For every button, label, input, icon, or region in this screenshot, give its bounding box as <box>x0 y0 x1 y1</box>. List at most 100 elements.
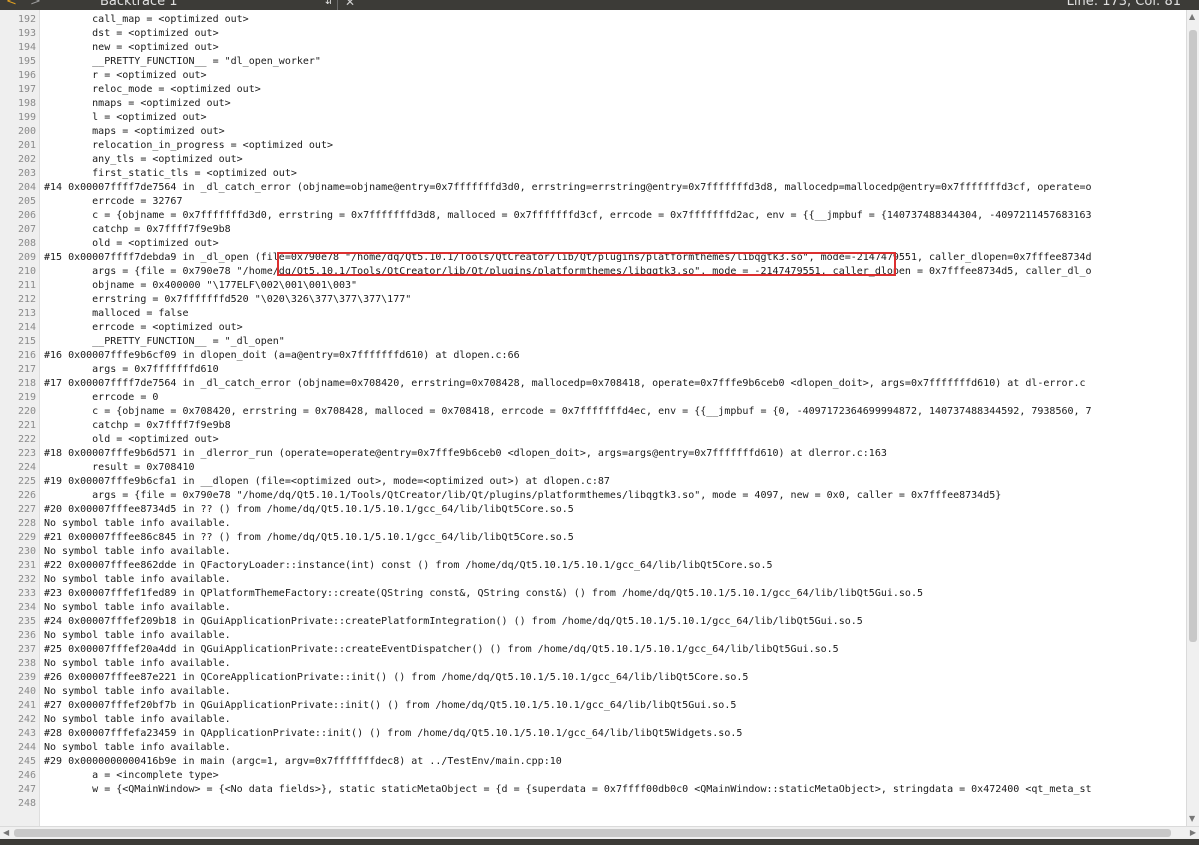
code-line[interactable]: 235 #24 0x00007fffef209b18 in QGuiApplica… <box>0 615 1186 629</box>
code-line[interactable]: 246 a = <incomplete type> <box>0 769 1186 783</box>
editor-lines[interactable]: 192 call_map = <optimized out> 193 dst = … <box>0 13 1186 811</box>
horizontal-scroll-thumb[interactable] <box>14 829 1171 837</box>
code-line[interactable]: 244 No symbol table info available. <box>0 741 1186 755</box>
code-line[interactable]: 243 #28 0x00007fffefa23459 in QApplicatio… <box>0 727 1186 741</box>
line-text[interactable]: #22 0x00007fffee862dde in QFactoryLoader… <box>44 559 772 573</box>
line-text[interactable]: args = 0x7fffffffd610 <box>44 363 218 377</box>
code-line[interactable]: 198 nmaps = <optimized out> <box>0 97 1186 111</box>
code-line[interactable]: 239 #26 0x00007fffee87e221 in QCoreApplic… <box>0 671 1186 685</box>
line-text[interactable]: catchp = 0x7ffff7f9e9b8 <box>44 419 230 433</box>
code-line[interactable]: 204 #14 0x00007ffff7de7564 in _dl_catch_e… <box>0 181 1186 195</box>
scroll-left-icon[interactable]: ◀ <box>3 828 9 838</box>
line-text[interactable]: dst = <optimized out> <box>44 27 218 41</box>
code-line[interactable]: 233 #23 0x00007fffef1fed89 in QPlatformTh… <box>0 587 1186 601</box>
code-line[interactable]: 220 c = {objname = 0x708420, errstring =… <box>0 405 1186 419</box>
code-line[interactable]: 222 old = <optimized out> <box>0 433 1186 447</box>
line-text[interactable]: No symbol table info available. <box>44 713 231 727</box>
scroll-right-icon[interactable]: ▶ <box>1190 828 1196 838</box>
line-text[interactable]: No symbol table info available. <box>44 741 231 755</box>
code-line[interactable]: 240 No symbol table info available. <box>0 685 1186 699</box>
code-line[interactable]: 216 #16 0x00007fffe9b6cf09 in dlopen_doit… <box>0 349 1186 363</box>
line-text[interactable]: maps = <optimized out> <box>44 125 224 139</box>
code-line[interactable]: 201 relocation_in_progress = <optimized … <box>0 139 1186 153</box>
line-text[interactable]: a = <incomplete type> <box>44 769 218 783</box>
code-line[interactable]: 228 No symbol table info available. <box>0 517 1186 531</box>
line-text[interactable]: errstring = 0x7fffffffd520 "\020\326\377… <box>44 293 411 307</box>
line-text[interactable]: #28 0x00007fffefa23459 in QApplicationPr… <box>44 727 742 741</box>
line-text[interactable]: __PRETTY_FUNCTION__ = "dl_open_worker" <box>44 55 321 69</box>
code-line[interactable]: 200 maps = <optimized out> <box>0 125 1186 139</box>
code-line[interactable]: 211 objname = 0x400000 "\177ELF\002\001\… <box>0 279 1186 293</box>
code-line[interactable]: 197 reloc_mode = <optimized out> <box>0 83 1186 97</box>
document-dropdown-icon[interactable]: ⇵ <box>325 0 333 10</box>
code-line[interactable]: 224 result = 0x708410 <box>0 461 1186 475</box>
line-text[interactable]: errcode = 0 <box>44 391 158 405</box>
line-text[interactable]: #18 0x00007fffe9b6d571 in _dlerror_run (… <box>44 447 887 461</box>
line-text[interactable]: #24 0x00007fffef209b18 in QGuiApplicatio… <box>44 615 863 629</box>
line-text[interactable]: w = {<QMainWindow> = {<No data fields>},… <box>44 783 1091 797</box>
line-text[interactable]: #14 0x00007ffff7de7564 in _dl_catch_erro… <box>44 181 1092 195</box>
code-line[interactable]: 219 errcode = 0 <box>0 391 1186 405</box>
line-text[interactable]: No symbol table info available. <box>44 629 231 643</box>
code-line[interactable]: 203 first_static_tls = <optimized out> <box>0 167 1186 181</box>
line-text[interactable]: #27 0x00007fffef20bf7b in QGuiApplicatio… <box>44 699 736 713</box>
line-text[interactable]: reloc_mode = <optimized out> <box>44 83 261 97</box>
code-line[interactable]: 229 #21 0x00007fffee86c845 in ?? () from … <box>0 531 1186 545</box>
line-text[interactable]: any_tls = <optimized out> <box>44 153 243 167</box>
line-text[interactable]: errcode = <optimized out> <box>44 321 243 335</box>
line-text[interactable]: new = <optimized out> <box>44 41 218 55</box>
code-line[interactable]: 217 args = 0x7fffffffd610 <box>0 363 1186 377</box>
code-line[interactable]: 225 #19 0x00007fffe9b6cfa1 in __dlopen (f… <box>0 475 1186 489</box>
line-text[interactable]: relocation_in_progress = <optimized out> <box>44 139 333 153</box>
line-text[interactable]: first_static_tls = <optimized out> <box>44 167 297 181</box>
code-line[interactable]: 218 #17 0x00007ffff7de7564 in _dl_catch_e… <box>0 377 1186 391</box>
line-text[interactable]: args = {file = 0x790e78 "/home/dq/Qt5.10… <box>44 489 1001 503</box>
line-text[interactable]: l = <optimized out> <box>44 111 206 125</box>
code-line[interactable]: 230 No symbol table info available. <box>0 545 1186 559</box>
line-text[interactable]: No symbol table info available. <box>44 657 231 671</box>
line-text[interactable]: No symbol table info available. <box>44 517 231 531</box>
line-text[interactable]: c = {objname = 0x7fffffffd3d0, errstring… <box>44 209 1091 223</box>
line-text[interactable]: nmaps = <optimized out> <box>44 97 230 111</box>
line-text[interactable]: No symbol table info available. <box>44 545 231 559</box>
line-text[interactable]: call_map = <optimized out> <box>44 13 249 27</box>
code-line[interactable]: 236 No symbol table info available. <box>0 629 1186 643</box>
code-line[interactable]: 247 w = {<QMainWindow> = {<No data field… <box>0 783 1186 797</box>
forward-arrow-icon[interactable]: > <box>30 0 41 10</box>
scroll-down-icon[interactable]: ▼ <box>1189 814 1195 824</box>
code-line[interactable]: 221 catchp = 0x7ffff7f9e9b8 <box>0 419 1186 433</box>
line-text[interactable]: #19 0x00007fffe9b6cfa1 in __dlopen (file… <box>44 475 610 489</box>
vertical-scroll-thumb[interactable] <box>1189 30 1197 642</box>
code-line[interactable]: 231 #22 0x00007fffee862dde in QFactoryLoa… <box>0 559 1186 573</box>
code-line[interactable]: 248 <box>0 797 1186 811</box>
code-line[interactable]: 226 args = {file = 0x790e78 "/home/dq/Qt… <box>0 489 1186 503</box>
code-line[interactable]: 205 errcode = 32767 <box>0 195 1186 209</box>
line-text[interactable]: #20 0x00007fffee8734d5 in ?? () from /ho… <box>44 503 574 517</box>
code-line[interactable]: 209 #15 0x00007ffff7debda9 in _dl_open (f… <box>0 251 1186 265</box>
code-line[interactable]: 227 #20 0x00007fffee8734d5 in ?? () from … <box>0 503 1186 517</box>
code-line[interactable]: 202 any_tls = <optimized out> <box>0 153 1186 167</box>
horizontal-scrollbar[interactable]: ◀ ▶ <box>0 826 1199 839</box>
code-line[interactable]: 192 call_map = <optimized out> <box>0 13 1186 27</box>
line-text[interactable]: old = <optimized out> <box>44 237 218 251</box>
line-text[interactable]: #15 0x00007ffff7debda9 in _dl_open (file… <box>44 251 1092 265</box>
line-text[interactable]: args = {file = 0x790e78 "/home/dq/Qt5.10… <box>44 265 1091 279</box>
scroll-up-icon[interactable]: ▲ <box>1189 12 1195 22</box>
line-text[interactable]: No symbol table info available. <box>44 601 231 615</box>
code-line[interactable]: 193 dst = <optimized out> <box>0 27 1186 41</box>
line-text[interactable]: No symbol table info available. <box>44 573 231 587</box>
code-line[interactable]: 213 malloced = false <box>0 307 1186 321</box>
code-line[interactable]: 208 old = <optimized out> <box>0 237 1186 251</box>
line-text[interactable]: catchp = 0x7ffff7f9e9b8 <box>44 223 230 237</box>
code-line[interactable]: 223 #18 0x00007fffe9b6d571 in _dlerror_ru… <box>0 447 1186 461</box>
code-line[interactable]: 212 errstring = 0x7fffffffd520 "\020\326… <box>0 293 1186 307</box>
line-text[interactable]: #17 0x00007ffff7de7564 in _dl_catch_erro… <box>44 377 1086 391</box>
vertical-scrollbar[interactable]: ▲ ▼ <box>1186 10 1199 826</box>
code-line[interactable]: 210 args = {file = 0x790e78 "/home/dq/Qt… <box>0 265 1186 279</box>
line-text[interactable]: #25 0x00007fffef20a4dd in QGuiApplicatio… <box>44 643 839 657</box>
line-text[interactable]: result = 0x708410 <box>44 461 194 475</box>
line-text[interactable]: r = <optimized out> <box>44 69 206 83</box>
back-arrow-icon[interactable]: < <box>6 0 17 10</box>
code-line[interactable]: 232 No symbol table info available. <box>0 573 1186 587</box>
line-text[interactable]: #23 0x00007fffef1fed89 in QPlatformTheme… <box>44 587 923 601</box>
